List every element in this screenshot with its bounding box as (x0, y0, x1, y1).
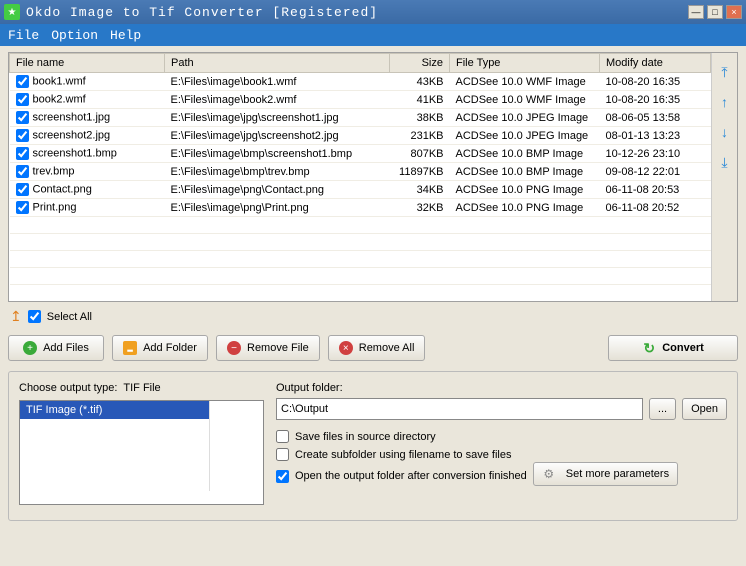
row-checkbox[interactable] (16, 165, 29, 178)
create-subfolder-label: Create subfolder using filename to save … (295, 449, 511, 461)
save-source-label: Save files in source directory (295, 431, 436, 443)
row-checkbox[interactable] (16, 201, 29, 214)
remove-all-icon (339, 341, 353, 355)
gear-icon (542, 467, 556, 481)
open-after-checkbox[interactable] (276, 470, 289, 483)
reorder-toolbar: ⤒ ↑ ↓ ⤓ (711, 53, 737, 301)
row-checkbox[interactable] (16, 75, 29, 88)
row-checkbox[interactable] (16, 129, 29, 142)
row-checkbox[interactable] (16, 93, 29, 106)
remove-all-button[interactable]: Remove All (328, 335, 426, 361)
remove-file-button[interactable]: Remove File (216, 335, 320, 361)
table-row[interactable]: Print.pngE:\Files\image\png\Print.png32K… (10, 199, 711, 217)
output-type-option[interactable]: TIF Image (*.tif) (26, 404, 102, 416)
save-source-checkbox[interactable] (276, 430, 289, 443)
move-down-icon[interactable]: ↓ (716, 123, 734, 141)
menu-help[interactable]: Help (110, 28, 141, 43)
add-folder-button[interactable]: Add Folder (112, 335, 208, 361)
table-row[interactable]: trev.bmpE:\Files\image\bmp\trev.bmp11897… (10, 163, 711, 181)
create-subfolder-checkbox[interactable] (276, 448, 289, 461)
col-header-size[interactable]: Size (390, 54, 450, 73)
add-files-button[interactable]: Add Files (8, 335, 104, 361)
minus-icon (227, 341, 241, 355)
row-checkbox[interactable] (16, 183, 29, 196)
table-row[interactable]: screenshot1.bmpE:\Files\image\bmp\screen… (10, 145, 711, 163)
col-header-name[interactable]: File name (10, 54, 165, 73)
output-folder-input[interactable] (276, 398, 643, 420)
table-row[interactable]: screenshot1.jpgE:\Files\image\jpg\screen… (10, 109, 711, 127)
table-row[interactable]: book2.wmfE:\Files\image\book2.wmf41KBACD… (10, 91, 711, 109)
menu-bar: File Option Help (0, 24, 746, 46)
plus-icon (23, 341, 37, 355)
set-more-parameters-button[interactable]: Set more parameters (533, 462, 678, 486)
table-row[interactable]: screenshot2.jpgE:\Files\image\jpg\screen… (10, 127, 711, 145)
table-row[interactable]: Contact.pngE:\Files\image\png\Contact.pn… (10, 181, 711, 199)
close-button[interactable]: × (726, 5, 742, 19)
folder-icon (123, 341, 137, 355)
open-after-label: Open the output folder after conversion … (295, 470, 527, 482)
maximize-button[interactable]: □ (707, 5, 723, 19)
file-list-panel: File name Path Size File Type Modify dat… (8, 52, 738, 302)
col-header-type[interactable]: File Type (450, 54, 600, 73)
output-folder-label: Output folder: (276, 382, 727, 394)
select-all-label: Select All (47, 311, 92, 323)
minimize-button[interactable]: — (688, 5, 704, 19)
table-row[interactable]: book1.wmfE:\Files\image\book1.wmf43KBACD… (10, 73, 711, 91)
move-bottom-icon[interactable]: ⤓ (716, 153, 734, 171)
row-checkbox[interactable] (16, 147, 29, 160)
convert-button[interactable]: Convert (608, 335, 738, 361)
window-title: Okdo Image to Tif Converter [Registered] (26, 5, 378, 20)
file-table[interactable]: File name Path Size File Type Modify dat… (9, 53, 711, 301)
select-all-checkbox[interactable] (28, 310, 41, 323)
output-type-list[interactable]: TIF Image (*.tif) (19, 400, 264, 505)
convert-icon (642, 341, 656, 355)
app-icon (4, 4, 20, 20)
move-top-icon[interactable]: ⤒ (716, 63, 734, 81)
col-header-date[interactable]: Modify date (600, 54, 711, 73)
title-bar: Okdo Image to Tif Converter [Registered]… (0, 0, 746, 24)
browse-folder-button[interactable]: ... (649, 398, 676, 420)
up-folder-icon[interactable]: ↥ (10, 308, 22, 325)
menu-option[interactable]: Option (51, 28, 98, 43)
open-folder-button[interactable]: Open (682, 398, 727, 420)
choose-output-type-label: Choose output type: (19, 382, 117, 394)
col-header-path[interactable]: Path (165, 54, 390, 73)
move-up-icon[interactable]: ↑ (716, 93, 734, 111)
row-checkbox[interactable] (16, 111, 29, 124)
current-output-type: TIF File (123, 382, 160, 394)
menu-file[interactable]: File (8, 28, 39, 43)
